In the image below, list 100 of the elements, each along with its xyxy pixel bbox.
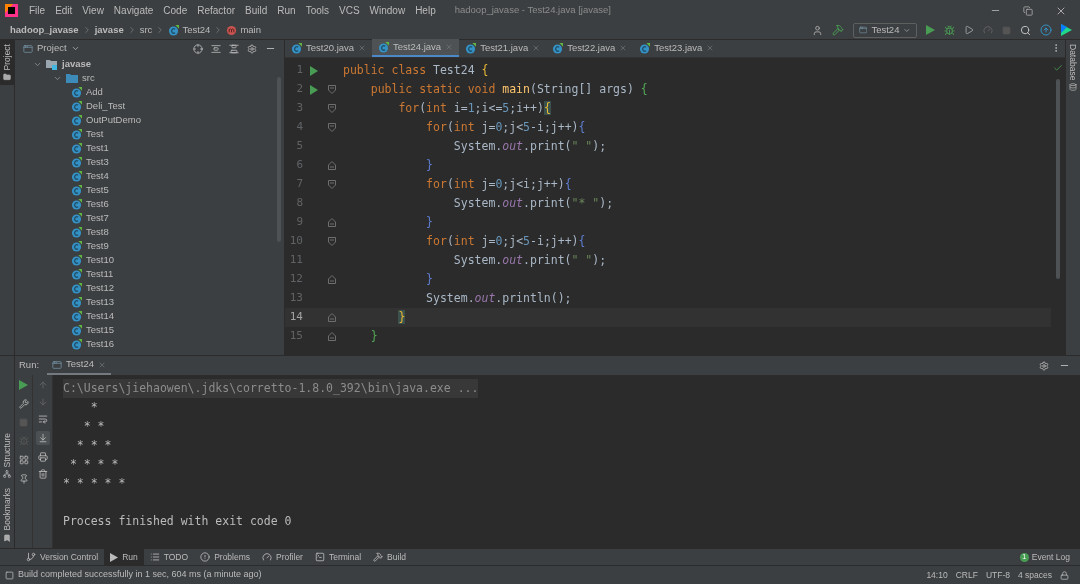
editor-tab[interactable]: Test21.java [459,39,547,57]
tool-window-tab[interactable]: Build [367,548,412,566]
run-config-dropdown[interactable]: Test24 [853,22,917,38]
locate-icon[interactable] [193,43,203,54]
close-tab-icon[interactable] [358,44,367,52]
menu-item[interactable]: File [24,3,51,18]
tree-item[interactable]: Test12 [15,281,277,295]
menu-item[interactable]: Refactor [192,3,241,18]
tree-item[interactable]: Add [15,85,277,99]
tool-window-tab[interactable]: Problems [194,548,257,566]
side-tab[interactable]: Project [0,40,14,86]
tree-item[interactable]: javase [15,57,277,71]
tree-item[interactable]: Test11 [15,267,277,281]
tree-item[interactable]: Test13 [15,295,277,309]
status-item[interactable]: 4 spaces [1017,568,1052,582]
project-view-dropdown[interactable]: Project [23,41,80,56]
menu-item[interactable]: View [77,3,109,18]
side-tab[interactable]: Structure [0,433,14,479]
fold-marker-icon[interactable] [328,275,336,284]
fold-marker-icon[interactable] [328,218,336,227]
rerun-icon[interactable] [19,380,28,390]
pin-icon[interactable] [18,474,29,484]
tree-item[interactable]: Test15 [15,323,277,337]
tool-window-tab[interactable]: Run [104,548,144,566]
side-tab[interactable]: Database [1066,44,1080,92]
menu-item[interactable]: Code [158,3,193,18]
settings-icon[interactable] [247,43,257,54]
breadcrumb[interactable]: hadoop_javase [8,22,81,38]
print-icon[interactable] [37,452,48,462]
search-icon[interactable] [1020,24,1031,36]
editor-tab[interactable]: Test23.java [633,39,721,57]
tree-item[interactable]: src [15,71,277,85]
tool-window-tab[interactable]: TODO [143,548,195,566]
close-tab-icon[interactable] [532,44,541,52]
tree-item[interactable]: Test5 [15,183,277,197]
collapse-all-icon[interactable] [229,43,239,54]
tree-item[interactable]: Deli_Test [15,99,277,113]
status-item[interactable]: CRLF [955,568,978,582]
tool-window-tab[interactable]: Terminal [308,548,368,566]
close-tab-icon[interactable] [98,360,107,369]
status-item[interactable]: UTF-8 [985,568,1010,582]
lock-icon[interactable] [1060,570,1069,580]
editor-tab[interactable]: Test20.java [285,39,373,57]
menu-item[interactable]: Help [410,3,441,18]
fold-marker-icon[interactable] [328,104,336,113]
menu-item[interactable]: Window [364,3,411,18]
run-gutter-icon[interactable] [310,84,318,95]
tree-item[interactable]: Test [15,127,277,141]
close-tab-icon[interactable] [706,44,715,52]
run-icon[interactable] [926,25,935,35]
down-arrow-icon[interactable] [37,397,48,407]
restore-icon[interactable] [1023,5,1033,16]
user-icon[interactable] [812,24,823,36]
scroll-to-end-toggle[interactable] [35,431,50,445]
bug-icon[interactable] [944,24,955,36]
side-tab[interactable]: Bookmarks [0,488,14,542]
tree-item[interactable]: OutPutDemo [15,113,277,127]
plugin-logo-icon[interactable] [1061,24,1072,36]
tree-item[interactable]: Test1 [15,141,277,155]
fold-marker-icon[interactable] [328,180,336,189]
tree-item[interactable]: Test9 [15,239,277,253]
fold-marker-icon[interactable] [328,85,336,94]
run-gutter-icon[interactable] [310,65,318,76]
tree-item[interactable]: Test3 [15,155,277,169]
expand-all-icon[interactable] [211,43,221,54]
editor-tab[interactable]: Test24.java [372,39,460,57]
wrench-icon[interactable] [18,399,29,409]
status-item[interactable]: 14:10 [926,568,948,582]
menu-item[interactable]: Navigate [108,3,159,18]
hammer-icon[interactable] [832,24,844,36]
fold-marker-icon[interactable] [328,123,336,132]
tool-window-tab[interactable]: Version Control [20,548,105,566]
fold-marker-icon[interactable] [328,332,336,341]
breadcrumb[interactable]: Test24 [166,22,213,38]
tree-item[interactable]: Test7 [15,211,277,225]
tree-item[interactable]: Test8 [15,225,277,239]
tree-item[interactable]: Test16 [15,337,277,351]
trash-icon[interactable] [37,469,48,479]
fold-marker-icon[interactable] [328,313,336,322]
breadcrumb[interactable]: javase [92,22,126,38]
tree-item[interactable]: Test14 [15,309,277,323]
tool-window-tab[interactable]: Profiler [256,548,309,566]
close-tab-icon[interactable] [619,44,628,52]
breadcrumb[interactable]: src [137,22,155,38]
menu-item[interactable]: VCS [334,3,365,18]
menu-item[interactable]: Tools [300,3,334,18]
scrollbar[interactable] [1056,79,1060,279]
update-icon[interactable] [1040,24,1052,36]
soft-wrap-icon[interactable] [37,414,48,424]
tree-item[interactable]: Test4 [15,169,277,183]
menu-item[interactable]: Run [272,3,301,18]
editor-tab[interactable]: Test22.java [546,39,634,57]
settings-icon[interactable] [1039,360,1049,371]
menu-item[interactable]: Build [240,3,273,18]
tree-item[interactable]: Test10 [15,253,277,267]
breadcrumb[interactable]: main [224,22,263,38]
fold-marker-icon[interactable] [328,161,336,170]
up-arrow-icon[interactable] [37,380,48,390]
menu-item[interactable]: Edit [50,3,78,18]
fold-marker-icon[interactable] [328,237,336,246]
